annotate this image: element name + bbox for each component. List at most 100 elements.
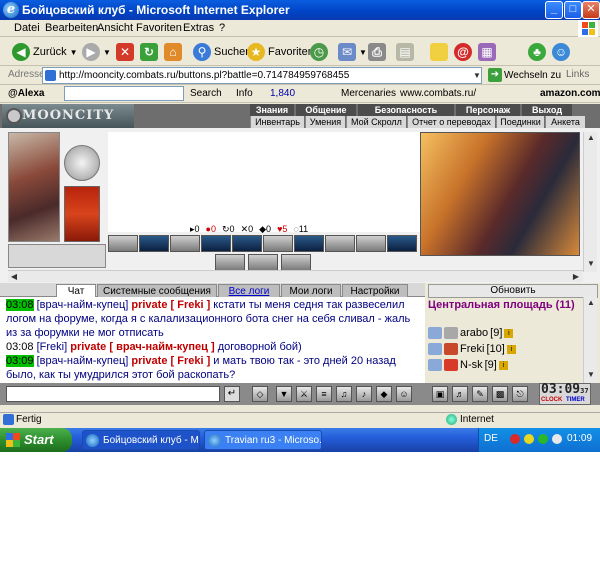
menu-character[interactable]: Персонаж bbox=[456, 104, 520, 116]
spell-slot[interactable] bbox=[294, 235, 324, 252]
chat-sender[interactable]: [врач-найм-купец] bbox=[37, 299, 129, 311]
home-button[interactable]: ⌂ bbox=[164, 41, 182, 63]
list-item[interactable]: Freki [10] i bbox=[428, 341, 578, 357]
refresh-page-button[interactable]: ↻ bbox=[140, 41, 158, 63]
spell-slot[interactable] bbox=[356, 235, 386, 252]
gem-icon[interactable]: ◆ bbox=[376, 386, 392, 402]
scroll-icon[interactable]: ≡ bbox=[316, 386, 332, 402]
spell-slot[interactable] bbox=[232, 235, 262, 252]
alexa-search-input[interactable] bbox=[64, 86, 184, 101]
scroll-up-icon[interactable]: ▲ bbox=[585, 132, 597, 144]
menu-communication[interactable]: Общение bbox=[296, 104, 356, 116]
chat-input[interactable] bbox=[6, 386, 220, 402]
chat-sender[interactable]: [Freki] bbox=[37, 341, 68, 353]
tab-settings[interactable]: Настройки bbox=[342, 284, 408, 297]
scroll-left-icon[interactable]: ◀ bbox=[8, 271, 20, 283]
search-button[interactable]: ⚲ Suchen bbox=[193, 41, 251, 63]
info-icon[interactable]: i bbox=[504, 328, 514, 338]
note-icon[interactable]: ♬ bbox=[452, 386, 468, 402]
spell-slot[interactable] bbox=[248, 254, 278, 271]
tool-icon[interactable]: ✎ bbox=[472, 386, 488, 402]
go-button[interactable]: ➜ Wechseln zu bbox=[488, 68, 561, 82]
task-travian[interactable]: Travian ru3 - Microso... bbox=[204, 430, 322, 450]
menu-extras[interactable]: Extras bbox=[183, 22, 214, 34]
spell-slot[interactable] bbox=[215, 254, 245, 271]
scroll-up-icon[interactable]: ▲ bbox=[585, 297, 597, 309]
spell-slot[interactable] bbox=[139, 235, 169, 252]
list-item[interactable]: N-sk [9] i bbox=[428, 357, 578, 373]
tab-my-logs[interactable]: Мои логи bbox=[281, 284, 341, 297]
alexa-brand[interactable]: @Alexa bbox=[8, 88, 44, 99]
spell-slot[interactable] bbox=[281, 254, 311, 271]
submenu-inventory[interactable]: Инвентарь bbox=[250, 116, 304, 128]
chat-private-tag[interactable]: private [ врач-найм-купец ] bbox=[70, 341, 214, 353]
edit-button[interactable]: ▤ bbox=[396, 41, 414, 63]
history-button[interactable]: ◷ bbox=[310, 41, 328, 63]
messenger-button[interactable]: ♣ bbox=[528, 41, 546, 63]
spell-slot[interactable] bbox=[201, 235, 231, 252]
submenu-transfers[interactable]: Отчет о переводах bbox=[407, 116, 495, 128]
bell-icon[interactable]: ♫ bbox=[336, 386, 352, 402]
info-icon[interactable]: i bbox=[498, 360, 508, 370]
submenu-skills[interactable]: Умения bbox=[305, 116, 345, 128]
stop-button[interactable]: ✕ bbox=[116, 41, 134, 63]
eraser-icon[interactable]: ◇ bbox=[252, 386, 268, 402]
submenu-profile[interactable]: Анкета bbox=[545, 116, 585, 128]
tab-chat[interactable]: Чат bbox=[56, 284, 96, 297]
submenu-scroll[interactable]: Мой Скролл bbox=[346, 116, 406, 128]
lock-icon[interactable]: ▣ bbox=[432, 386, 448, 402]
scroll-down-icon[interactable]: ▼ bbox=[585, 369, 597, 381]
volume-tray-icon[interactable] bbox=[552, 434, 562, 444]
info-icon[interactable]: i bbox=[506, 344, 516, 354]
back-button[interactable]: ◀ Zurück ▼ bbox=[12, 41, 78, 63]
menu-ansicht[interactable]: Ansicht bbox=[97, 22, 133, 34]
user-name[interactable]: N-sk bbox=[460, 357, 483, 373]
address-dropdown-icon[interactable]: ▼ bbox=[472, 68, 482, 83]
research-button[interactable]: ▦ bbox=[478, 41, 496, 63]
item-slots[interactable] bbox=[8, 244, 106, 268]
speaker-icon[interactable]: ♪ bbox=[356, 386, 372, 402]
amazon-link[interactable]: amazon.com bbox=[540, 88, 600, 99]
tab-system-messages[interactable]: Системные сообщения bbox=[97, 284, 217, 297]
timer-label[interactable]: TIMER bbox=[566, 397, 585, 403]
alexa-info-button[interactable]: Info bbox=[236, 88, 253, 99]
close-button[interactable]: ✕ bbox=[582, 1, 600, 19]
messenger-tray-icon[interactable] bbox=[538, 434, 548, 444]
menu-datei[interactable]: Datei bbox=[14, 22, 40, 34]
exit-icon[interactable]: ⎋ bbox=[512, 386, 528, 402]
smiley-icon[interactable]: ☺ bbox=[396, 386, 412, 402]
email-at-button[interactable]: @ bbox=[454, 41, 472, 63]
menu-help[interactable]: ? bbox=[219, 22, 225, 34]
user-name[interactable]: Freki bbox=[460, 341, 484, 357]
refresh-users-button[interactable]: Обновить bbox=[428, 284, 598, 298]
tab-all-logs[interactable]: Все логи bbox=[218, 284, 280, 297]
security-tray-icon[interactable] bbox=[510, 434, 520, 444]
notes-button[interactable] bbox=[430, 41, 448, 63]
alexa-mercenaries[interactable]: Mercenaries bbox=[341, 88, 396, 99]
spell-slot[interactable] bbox=[263, 235, 293, 252]
menu-favoriten[interactable]: Favoriten bbox=[136, 22, 182, 34]
favorites-button[interactable]: ★ Favoriten bbox=[247, 41, 314, 63]
clock-label[interactable]: CLOCK bbox=[541, 397, 562, 403]
links-label[interactable]: Links bbox=[566, 69, 589, 80]
network-tray-icon[interactable] bbox=[524, 434, 534, 444]
spell-slot[interactable] bbox=[108, 235, 138, 252]
alexa-search-button[interactable]: Search bbox=[190, 88, 222, 99]
maximize-button[interactable]: □ bbox=[564, 1, 582, 19]
send-button[interactable]: ↵ bbox=[224, 386, 240, 402]
user-name[interactable]: arabo bbox=[460, 325, 488, 341]
armor-slot-icon[interactable] bbox=[64, 186, 100, 242]
alexa-site[interactable]: www.combats.ru/ bbox=[400, 88, 476, 99]
chat-sender[interactable]: [врач-найм-купец] bbox=[37, 355, 129, 367]
map-icon[interactable]: ▩ bbox=[492, 386, 508, 402]
language-indicator[interactable]: DE bbox=[484, 433, 498, 444]
chat-private-tag[interactable]: private [ Freki ] bbox=[131, 355, 210, 367]
alexa-rank[interactable]: 1,840 bbox=[270, 88, 295, 99]
filter-icon[interactable]: ▼ bbox=[276, 386, 292, 402]
spell-slot[interactable] bbox=[387, 235, 417, 252]
mail-button[interactable]: ✉ ▼ bbox=[338, 41, 367, 63]
spell-slot[interactable] bbox=[325, 235, 355, 252]
forward-button[interactable]: ▶ ▼ bbox=[82, 41, 111, 63]
sword-icon[interactable]: ⚔ bbox=[296, 386, 312, 402]
list-item[interactable]: arabo [9] i bbox=[428, 325, 578, 341]
